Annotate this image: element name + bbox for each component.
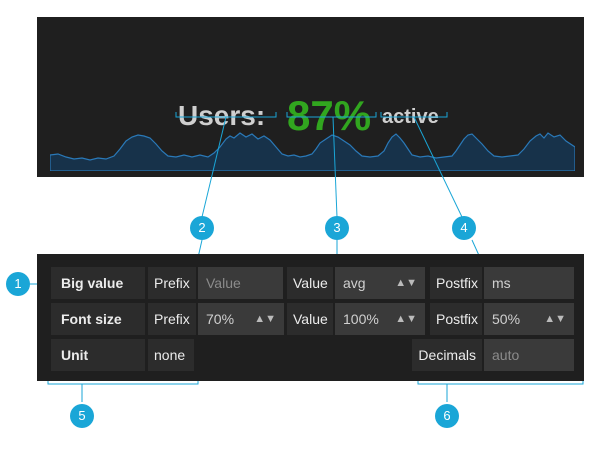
options-editor: Big value Prefix Value Value avg ▲▼ Post… bbox=[37, 254, 584, 381]
annotation-lines bbox=[30, 112, 584, 402]
value-select[interactable]: avg ▲▼ bbox=[335, 267, 425, 299]
callout-1: 1 bbox=[6, 272, 30, 296]
unit-label: Unit bbox=[51, 339, 145, 371]
callout-2: 2 bbox=[190, 216, 214, 240]
connector-2 bbox=[201, 116, 227, 218]
callout-5: 5 bbox=[70, 404, 94, 428]
decimals-label: Decimals bbox=[412, 339, 482, 371]
big-value-label: Big value bbox=[51, 267, 145, 299]
select-caret-icon: ▲▼ bbox=[395, 313, 417, 325]
postfix-font-size-text: 50% bbox=[492, 311, 521, 327]
value-label: Value bbox=[287, 267, 333, 299]
font-value-label: Value bbox=[287, 303, 333, 335]
connector-4 bbox=[413, 116, 463, 218]
value-select-text: avg bbox=[343, 275, 366, 291]
font-postfix-label: Postfix bbox=[430, 303, 482, 335]
bracket-postfix bbox=[380, 112, 448, 118]
value-font-size-text: 100% bbox=[343, 311, 379, 327]
decimals-input[interactable]: auto bbox=[484, 339, 574, 371]
callout-3: 3 bbox=[325, 216, 349, 240]
callout-6: 6 bbox=[435, 404, 459, 428]
connector-3 bbox=[332, 116, 338, 218]
bracket-prefix bbox=[175, 112, 277, 118]
prefix-font-size-text: 70% bbox=[206, 311, 235, 327]
select-caret-icon: ▲▼ bbox=[254, 313, 276, 325]
prefix-font-size-select[interactable]: 70% ▲▼ bbox=[198, 303, 284, 335]
value-font-size-select[interactable]: 100% ▲▼ bbox=[335, 303, 425, 335]
callout-4: 4 bbox=[452, 216, 476, 240]
prefix-label: Prefix bbox=[148, 267, 196, 299]
postfix-input[interactable]: ms bbox=[484, 267, 574, 299]
select-caret-icon: ▲▼ bbox=[395, 277, 417, 289]
select-caret-icon: ▲▼ bbox=[544, 313, 566, 325]
postfix-font-size-select[interactable]: 50% ▲▼ bbox=[484, 303, 574, 335]
unit-select[interactable]: none bbox=[148, 339, 194, 371]
font-prefix-label: Prefix bbox=[148, 303, 196, 335]
bracket-value bbox=[286, 112, 377, 118]
postfix-label: Postfix bbox=[430, 267, 482, 299]
prefix-input[interactable]: Value bbox=[198, 267, 283, 299]
font-size-label: Font size bbox=[51, 303, 145, 335]
